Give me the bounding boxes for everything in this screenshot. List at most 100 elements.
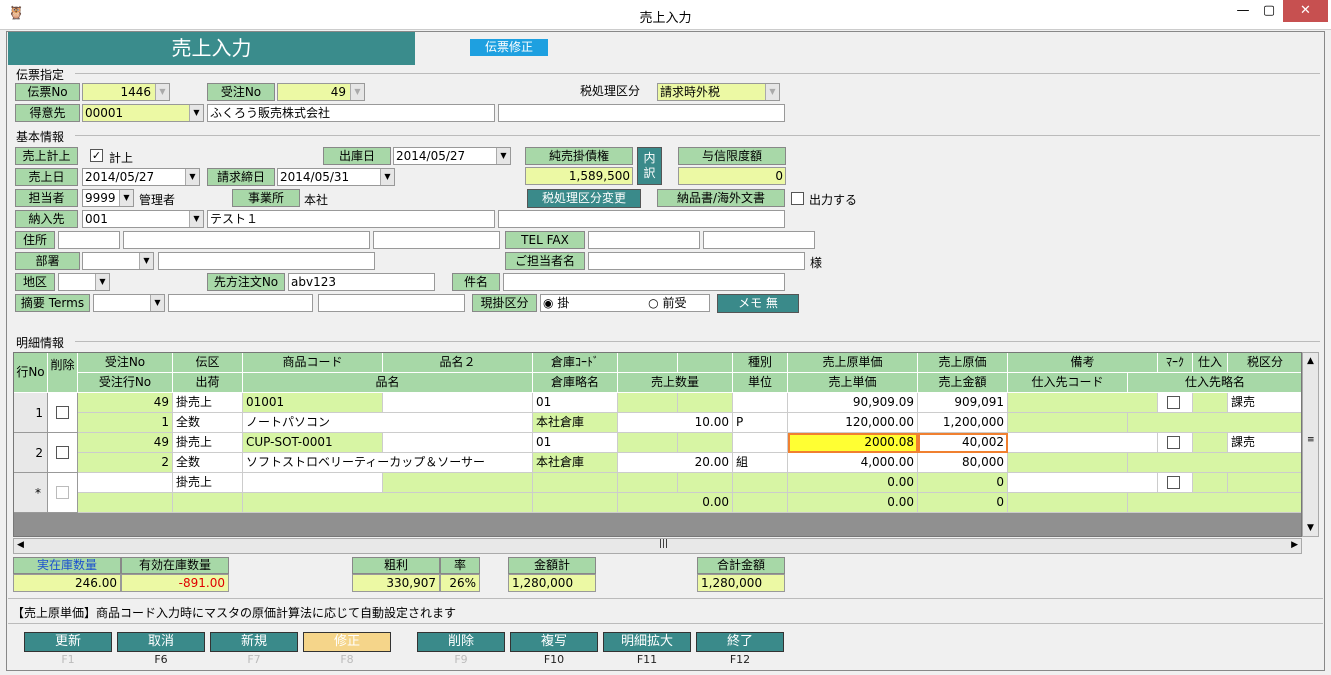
- dest-name-field[interactable]: テスト１: [207, 210, 495, 228]
- dropdown-icon[interactable]: ▼: [380, 169, 394, 185]
- dest-code-field[interactable]: 001 ▼: [82, 210, 204, 228]
- copy-button[interactable]: 複写: [510, 632, 598, 652]
- supplier-code-cell[interactable]: [1008, 453, 1128, 473]
- tax-cell[interactable]: 課売: [1228, 433, 1301, 453]
- scroll-right-icon[interactable]: ▶: [1291, 540, 1298, 550]
- vertical-scrollbar[interactable]: ▲ ≡ ▼: [1302, 352, 1319, 537]
- item-code-cell[interactable]: 01001: [243, 393, 383, 413]
- modify-button[interactable]: 修正: [303, 632, 391, 652]
- memo-button[interactable]: メモ 無: [717, 294, 799, 313]
- area-select[interactable]: ▼: [58, 273, 110, 291]
- customer-extra-field[interactable]: [498, 104, 785, 122]
- order-no-field[interactable]: 49 ▼: [277, 83, 365, 101]
- tax-change-button[interactable]: 税処理区分変更: [527, 189, 641, 208]
- scroll-grip-icon[interactable]: |||: [659, 539, 668, 549]
- remarks-cell[interactable]: [1008, 473, 1158, 493]
- slip-type-cell[interactable]: 掛売上: [173, 393, 243, 413]
- sales-post-checkbox[interactable]: ✓: [90, 149, 103, 162]
- item-code-cell[interactable]: CUP-SOT-0001: [243, 433, 383, 453]
- dept-select[interactable]: ▼: [82, 252, 154, 270]
- remarks-cell[interactable]: [1008, 393, 1158, 413]
- dropdown-icon[interactable]: ▼: [119, 190, 133, 206]
- mark-checkbox[interactable]: [1167, 396, 1180, 409]
- address1-field[interactable]: [123, 231, 370, 249]
- po-field[interactable]: abv123: [288, 273, 435, 291]
- cost-unit-cell[interactable]: 0.00: [788, 473, 918, 493]
- staff-code-field[interactable]: 9999 ▼: [82, 189, 134, 207]
- delete-button[interactable]: 削除: [417, 632, 505, 652]
- new-button[interactable]: 新規: [210, 632, 298, 652]
- exit-button[interactable]: 終了: [696, 632, 784, 652]
- supplier-code-cell[interactable]: [1008, 413, 1128, 433]
- ship-cell[interactable]: 全数: [173, 453, 243, 473]
- dropdown-icon[interactable]: ▼: [150, 295, 164, 311]
- dept-name-field[interactable]: [158, 252, 375, 270]
- closing-date-field[interactable]: 2014/05/31 ▼: [277, 168, 395, 186]
- wh-code-cell[interactable]: 01: [533, 433, 618, 453]
- order-line-cell[interactable]: 1: [78, 413, 173, 433]
- price-cell[interactable]: 120,000.00: [788, 413, 918, 433]
- subject-field[interactable]: [503, 273, 785, 291]
- scroll-up-icon[interactable]: ▲: [1303, 353, 1318, 369]
- row-header[interactable]: 1: [14, 393, 48, 433]
- delete-checkbox[interactable]: [56, 446, 69, 459]
- unit-cell[interactable]: [733, 493, 788, 513]
- memo1-field[interactable]: [168, 294, 313, 312]
- sales-date-field[interactable]: 2014/05/27 ▼: [82, 168, 200, 186]
- order-no-cell[interactable]: 49: [78, 433, 173, 453]
- qty-cell[interactable]: 20.00: [618, 453, 733, 473]
- dropdown-icon[interactable]: ▼: [185, 169, 199, 185]
- qty-cell[interactable]: 10.00: [618, 413, 733, 433]
- supplier-code-cell[interactable]: [1008, 493, 1128, 513]
- ship-cell[interactable]: 全数: [173, 413, 243, 433]
- customer-name-field[interactable]: ふくろう販売株式会社: [207, 104, 495, 122]
- price-cell[interactable]: 0.00: [788, 493, 918, 513]
- memo-select[interactable]: ▼: [93, 294, 165, 312]
- dropdown-icon[interactable]: ▼: [189, 211, 203, 227]
- wh-code-cell[interactable]: [533, 473, 618, 493]
- scroll-left-icon[interactable]: ◀: [17, 540, 24, 550]
- dropdown-icon[interactable]: ▼: [765, 84, 779, 100]
- contact-field[interactable]: [588, 252, 805, 270]
- radio-advance-icon[interactable]: ○: [648, 296, 658, 310]
- tax-select[interactable]: 請求時外税 ▼: [657, 83, 780, 101]
- dropdown-icon[interactable]: ▼: [189, 105, 203, 121]
- dropdown-icon[interactable]: ▼: [496, 148, 510, 164]
- radio-credit-icon[interactable]: ◉: [543, 296, 553, 310]
- dropdown-icon[interactable]: ▼: [155, 84, 169, 100]
- wh-code-cell[interactable]: 01: [533, 393, 618, 413]
- item-name2-cell[interactable]: [383, 473, 533, 493]
- cancel-button[interactable]: 取消: [117, 632, 205, 652]
- slip-type-cell[interactable]: 掛売上: [173, 433, 243, 453]
- expand-detail-button[interactable]: 明細拡大: [603, 632, 691, 652]
- mark-checkbox[interactable]: [1167, 476, 1180, 489]
- cost-unit-cell-selected[interactable]: 2000.08: [788, 433, 918, 453]
- ship-date-field[interactable]: 2014/05/27 ▼: [393, 147, 511, 165]
- delete-checkbox[interactable]: [56, 406, 69, 419]
- scroll-grip-icon[interactable]: ≡: [1307, 435, 1315, 445]
- order-no-cell[interactable]: [78, 473, 173, 493]
- scroll-down-icon[interactable]: ▼: [1303, 520, 1318, 536]
- cost-unit-cell[interactable]: 90,909.09: [788, 393, 918, 413]
- item-name2-cell[interactable]: [383, 393, 533, 413]
- update-button[interactable]: 更新: [24, 632, 112, 652]
- horizontal-scrollbar[interactable]: ◀ ||| ▶: [13, 538, 1302, 554]
- output-checkbox[interactable]: [791, 192, 804, 205]
- row-header[interactable]: 2: [14, 433, 48, 473]
- item-name-cell[interactable]: ソフトストロベリーティーカップ＆ソーサー: [243, 453, 533, 473]
- row-header[interactable]: *: [14, 473, 48, 513]
- unit-cell[interactable]: P: [733, 413, 788, 433]
- maximize-icon[interactable]: ▢: [1254, 0, 1284, 22]
- tax-cell[interactable]: 課売: [1228, 393, 1301, 413]
- memo2-field[interactable]: [318, 294, 465, 312]
- zip-field[interactable]: [58, 231, 120, 249]
- remarks-cell[interactable]: [1008, 433, 1158, 453]
- fax-field[interactable]: [703, 231, 815, 249]
- dropdown-icon[interactable]: ▼: [95, 274, 109, 290]
- item-code-cell[interactable]: [243, 473, 383, 493]
- tax-cell[interactable]: [1228, 473, 1301, 493]
- order-line-cell[interactable]: 2: [78, 453, 173, 473]
- order-line-cell[interactable]: [78, 493, 173, 513]
- delete-checkbox[interactable]: [56, 486, 69, 499]
- breakdown-button[interactable]: 内訳: [637, 147, 662, 185]
